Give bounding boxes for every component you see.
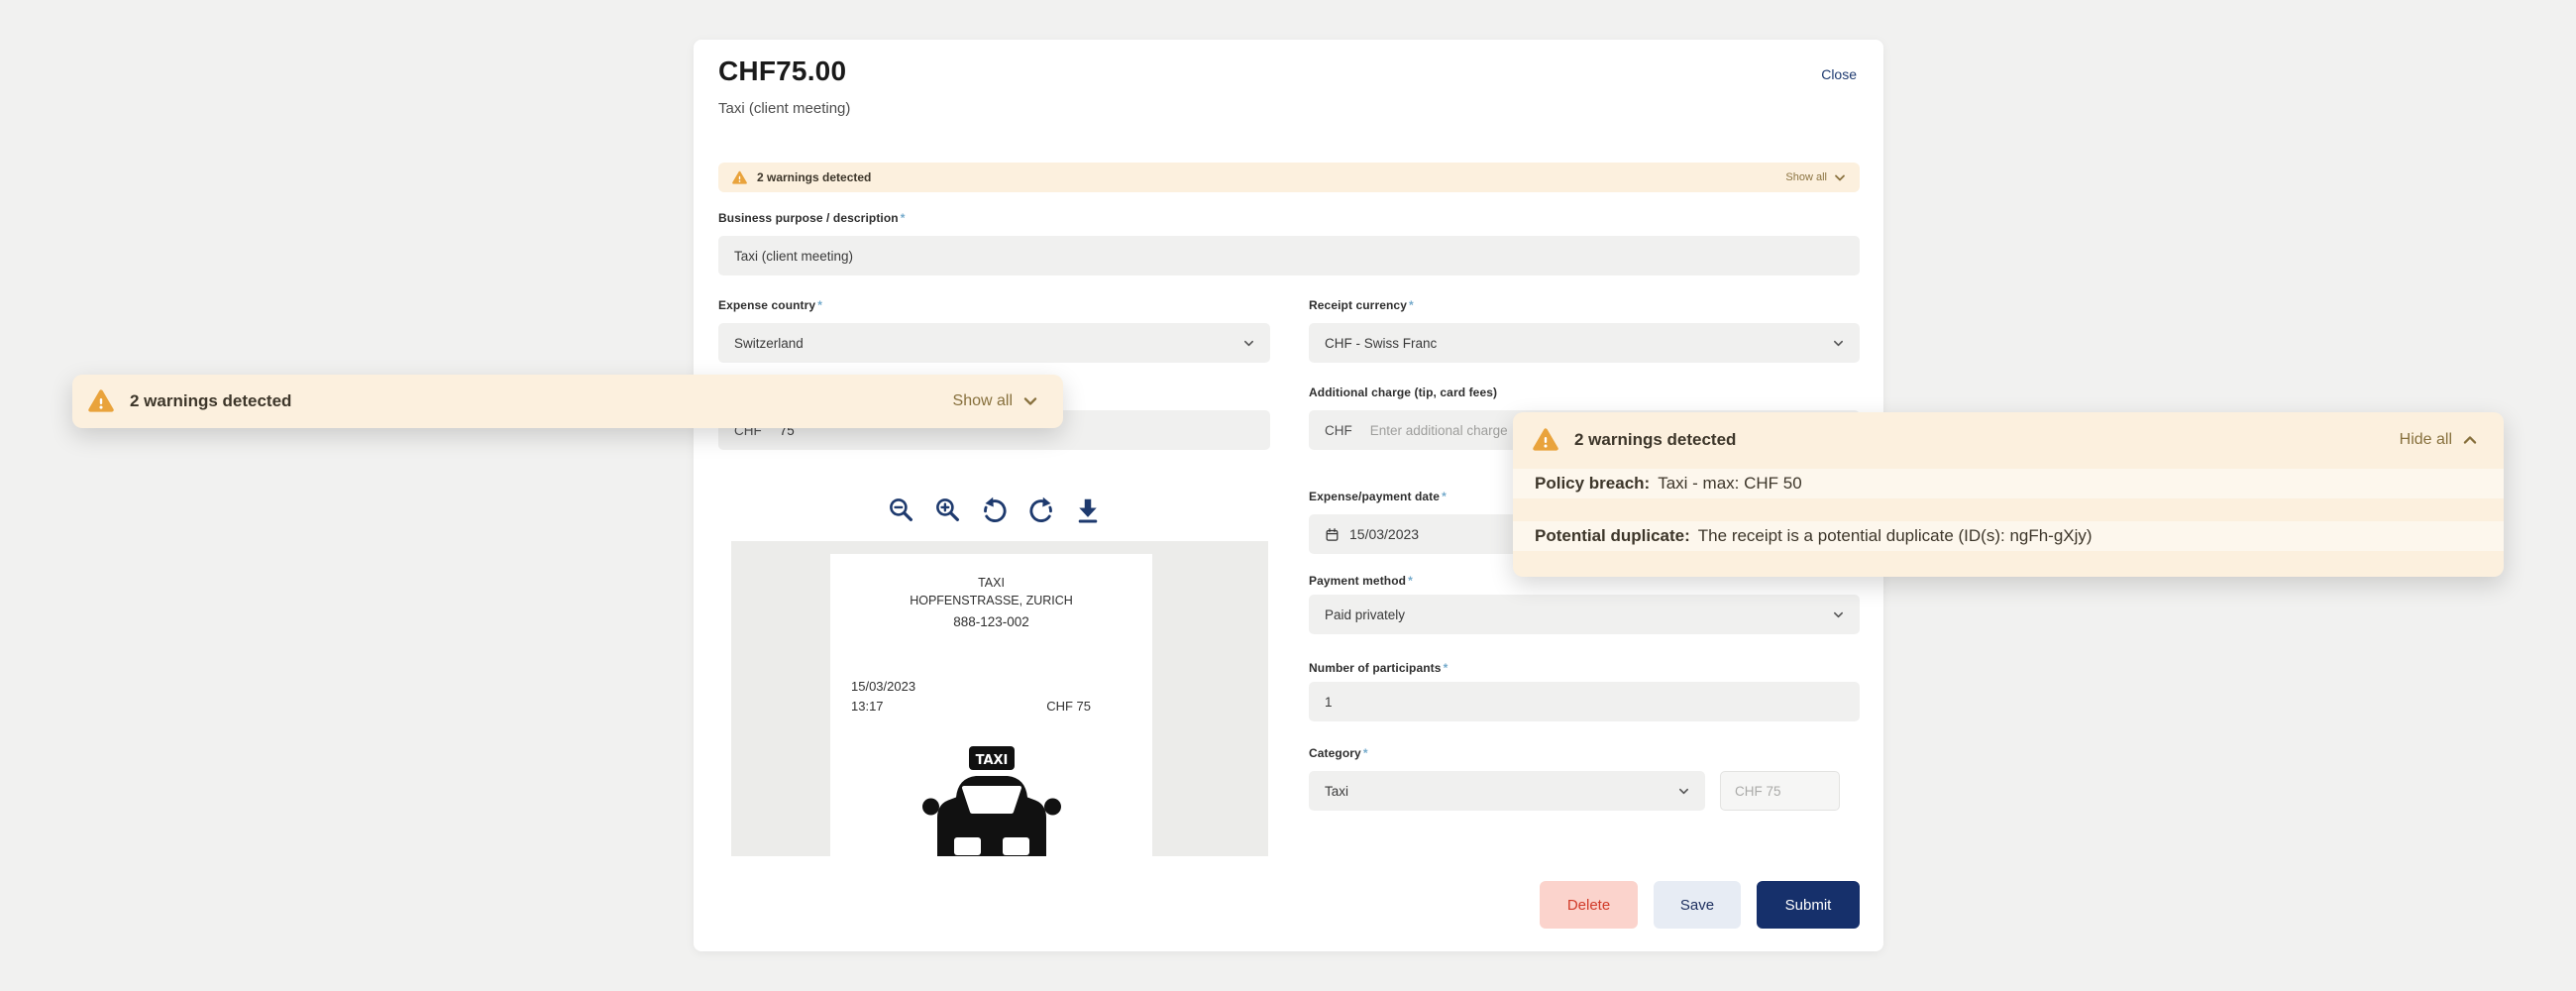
expense-subtitle: Taxi (client meeting) — [718, 100, 850, 117]
hide-all-button[interactable]: Hide all — [2400, 431, 2478, 449]
receipt-address: HOPFENSTRASSE, ZURICH — [830, 594, 1152, 607]
show-all-button[interactable]: Show all — [1785, 171, 1846, 183]
receipt-currency-label: Receipt currency* — [1309, 298, 1414, 312]
submit-button[interactable]: Submit — [1757, 881, 1860, 929]
download-icon[interactable] — [1073, 496, 1103, 525]
receipt-time: 13:17 — [851, 699, 884, 714]
required-marker: * — [901, 211, 906, 225]
receipt-image: TAXI HOPFENSTRASSE, ZURICH 888-123-002 1… — [830, 554, 1152, 856]
receipt-toolbar — [718, 494, 1270, 527]
chevron-down-icon — [1833, 609, 1844, 620]
zoom-in-icon[interactable] — [933, 496, 963, 525]
receipt-merchant: TAXI — [830, 576, 1152, 590]
warning-tooltip-text: 2 warnings detected — [130, 391, 291, 411]
expense-amount-title: CHF75.00 — [718, 55, 846, 87]
chevron-down-icon — [1834, 172, 1846, 183]
payment-method-label: Payment method* — [1309, 574, 1413, 588]
category-label: Category* — [1309, 746, 1368, 760]
chevron-down-icon — [1022, 394, 1038, 408]
payment-method-select[interactable]: Paid privately — [1309, 595, 1860, 634]
rotate-right-icon[interactable] — [1026, 496, 1056, 525]
chevron-down-icon — [1833, 338, 1844, 349]
participants-label: Number of participants* — [1309, 661, 1448, 675]
expense-country-label: Expense country* — [718, 298, 822, 312]
warning-banner-text: 2 warnings detected — [757, 170, 871, 184]
warning-tooltip: 2 warnings detected Show all — [72, 375, 1063, 428]
delete-button[interactable]: Delete — [1540, 881, 1638, 929]
participants-input[interactable]: 1 — [1309, 682, 1860, 721]
save-button[interactable]: Save — [1654, 881, 1741, 929]
taxi-icon: TAXI — [916, 744, 1067, 856]
zoom-out-icon[interactable] — [887, 496, 916, 525]
footer-actions: Delete Save Submit — [1540, 881, 1860, 929]
business-purpose-input[interactable]: Taxi (client meeting) — [718, 236, 1860, 275]
warning-panel-title: 2 warnings detected — [1574, 430, 1736, 450]
warning-item-potential-duplicate: Potential duplicate: The receipt is a po… — [1513, 521, 2504, 551]
svg-text:TAXI: TAXI — [975, 753, 1008, 768]
expense-country-select[interactable]: Switzerland — [718, 323, 1270, 363]
receipt-date: 15/03/2023 — [851, 679, 915, 694]
warning-icon — [732, 170, 747, 185]
warning-panel-header: 2 warnings detected Hide all — [1533, 427, 2478, 453]
expense-date-label: Expense/payment date* — [1309, 490, 1447, 503]
warning-panel: 2 warnings detected Hide all Policy brea… — [1513, 412, 2504, 577]
screen: { "ui": { "required_marker": "*" }, "col… — [0, 0, 2576, 991]
chevron-down-icon — [1243, 338, 1254, 349]
close-button[interactable]: Close — [1821, 66, 1857, 82]
receipt-amount: CHF 75 — [1046, 699, 1091, 714]
category-amount-box: CHF 75 — [1720, 771, 1840, 811]
receipt-canvas: TAXI HOPFENSTRASSE, ZURICH 888-123-002 1… — [731, 541, 1268, 856]
receipt-currency-select[interactable]: CHF - Swiss Franc — [1309, 323, 1860, 363]
warning-icon — [88, 388, 114, 414]
warning-item-policy-breach: Policy breach: Taxi - max: CHF 50 — [1513, 469, 2504, 498]
additional-charge-label: Additional charge (tip, card fees) — [1309, 385, 1497, 399]
chevron-down-icon — [1678, 786, 1689, 797]
chevron-up-icon — [2462, 433, 2478, 447]
receipt-phone: 888-123-002 — [830, 614, 1152, 629]
category-select[interactable]: Taxi — [1309, 771, 1705, 811]
business-purpose-label: Business purpose / description* — [718, 211, 906, 225]
rotate-left-icon[interactable] — [980, 496, 1010, 525]
warning-icon — [1533, 427, 1558, 453]
show-all-button-large[interactable]: Show all — [953, 392, 1038, 410]
warning-banner: 2 warnings detected Show all — [718, 163, 1860, 192]
calendar-icon — [1325, 527, 1340, 542]
